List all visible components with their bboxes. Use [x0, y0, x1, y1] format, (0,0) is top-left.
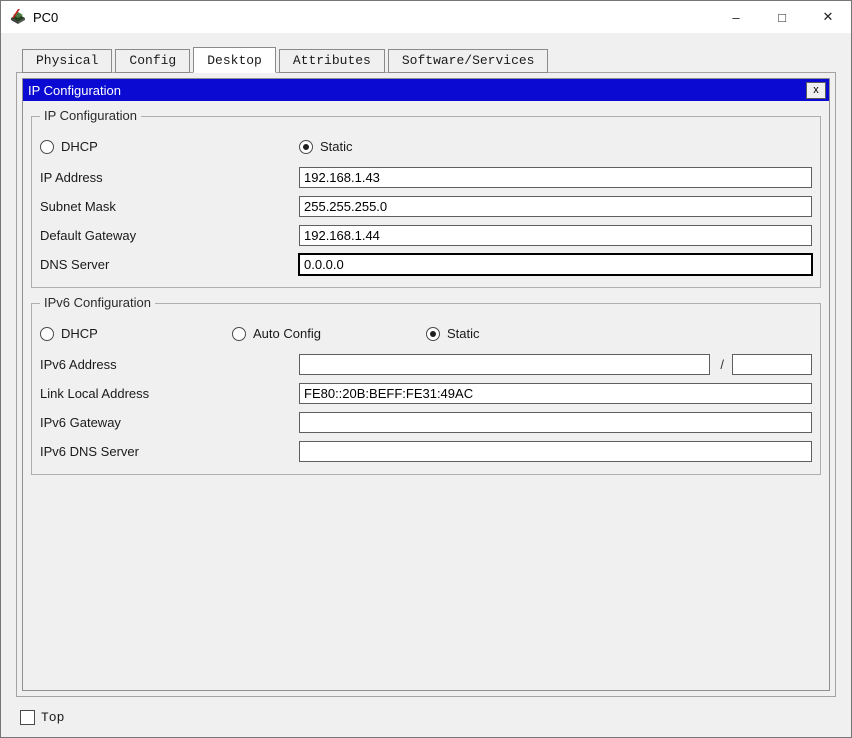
- default-gateway-label: Default Gateway: [40, 228, 137, 243]
- ipv6-static-radio[interactable]: Static: [426, 326, 480, 341]
- ipv6-auto-config-label: Auto Config: [253, 326, 321, 341]
- ipv6-address-label: IPv6 Address: [40, 357, 117, 372]
- window-controls: – □ ✕: [713, 1, 851, 33]
- ipv6-radio-row: DHCP Auto Config Static: [40, 326, 812, 341]
- ip-address-label: IP Address: [40, 170, 103, 185]
- dialog-titlebar: IP Configuration x: [23, 79, 829, 101]
- ip-address-input[interactable]: [299, 167, 812, 188]
- default-gateway-row: Default Gateway: [40, 225, 812, 246]
- ipv4-static-label: Static: [320, 139, 353, 154]
- link-local-address-row: Link Local Address: [40, 383, 812, 404]
- tab-config[interactable]: Config: [115, 49, 191, 73]
- ipv6-prefix-input[interactable]: [732, 354, 812, 375]
- ipv6-prefix-separator: /: [720, 357, 724, 372]
- ipv6-dns-server-label: IPv6 DNS Server: [40, 444, 139, 459]
- ipv6-gateway-input[interactable]: [299, 412, 812, 433]
- pc0-window: PC0 – □ ✕ Physical Config Desktop Attrib…: [0, 0, 852, 738]
- ipv6-static-label: Static: [447, 326, 480, 341]
- radio-icon: [40, 139, 54, 154]
- close-button[interactable]: ✕: [805, 1, 851, 33]
- tab-software-services[interactable]: Software/Services: [387, 49, 549, 73]
- dialog-title: IP Configuration: [28, 82, 121, 98]
- dialog-close-button[interactable]: x: [806, 81, 826, 99]
- ipv6-gateway-row: IPv6 Gateway: [40, 412, 812, 433]
- subnet-mask-input[interactable]: [299, 196, 812, 217]
- ip-address-row: IP Address: [40, 167, 812, 188]
- tab-physical[interactable]: Physical: [22, 49, 113, 73]
- subnet-mask-row: Subnet Mask: [40, 196, 812, 217]
- tab-attributes[interactable]: Attributes: [278, 49, 385, 73]
- top-checkbox-label: Top: [41, 709, 65, 725]
- ipv4-legend: IP Configuration: [40, 108, 141, 123]
- radio-icon: [232, 326, 246, 341]
- ipv6-address-input[interactable]: [299, 354, 711, 375]
- link-local-address-label: Link Local Address: [40, 386, 150, 401]
- ipv6-groupbox: IPv6 Configuration DHCP Auto Config Stat…: [31, 295, 821, 475]
- maximize-button[interactable]: □: [759, 1, 805, 33]
- ip-configuration-dialog: IP Configuration x IP Configuration DHCP…: [22, 78, 830, 691]
- link-local-address-input[interactable]: [299, 383, 812, 404]
- radio-icon: [299, 139, 313, 154]
- ipv6-dns-server-input[interactable]: [299, 441, 812, 462]
- packet-tracer-device-icon: [9, 9, 27, 25]
- desktop-panel: IP Configuration x IP Configuration DHCP…: [16, 72, 836, 697]
- dns-server-row: DNS Server: [40, 254, 812, 275]
- window-title: PC0: [33, 9, 59, 25]
- dns-server-label: DNS Server: [40, 257, 110, 272]
- radio-icon: [426, 326, 440, 341]
- ipv6-gateway-label: IPv6 Gateway: [40, 415, 121, 430]
- titlebar[interactable]: PC0 – □ ✕: [1, 1, 851, 33]
- tab-bar: Physical Config Desktop Attributes Softw…: [1, 33, 851, 73]
- dns-server-input[interactable]: [299, 254, 812, 275]
- ipv6-legend: IPv6 Configuration: [40, 295, 155, 310]
- ipv6-dhcp-radio[interactable]: DHCP: [40, 326, 232, 341]
- top-checkbox[interactable]: [20, 709, 35, 725]
- minimize-button[interactable]: –: [713, 1, 759, 33]
- footer: Top: [1, 697, 851, 737]
- default-gateway-input[interactable]: [299, 225, 812, 246]
- ipv4-radio-row: DHCP Static: [40, 139, 812, 154]
- ipv6-auto-config-radio[interactable]: Auto Config: [232, 326, 426, 341]
- ipv6-dhcp-label: DHCP: [61, 326, 98, 341]
- subnet-mask-label: Subnet Mask: [40, 199, 116, 214]
- ipv4-dhcp-radio[interactable]: DHCP: [40, 139, 299, 154]
- ipv4-groupbox: IP Configuration DHCP Static IP Address: [31, 108, 821, 288]
- ipv4-dhcp-label: DHCP: [61, 139, 98, 154]
- ipv6-dns-server-row: IPv6 DNS Server: [40, 441, 812, 462]
- tab-desktop[interactable]: Desktop: [193, 47, 276, 73]
- ipv4-static-radio[interactable]: Static: [299, 139, 353, 154]
- ipv6-address-row: IPv6 Address /: [40, 354, 812, 375]
- radio-icon: [40, 326, 54, 341]
